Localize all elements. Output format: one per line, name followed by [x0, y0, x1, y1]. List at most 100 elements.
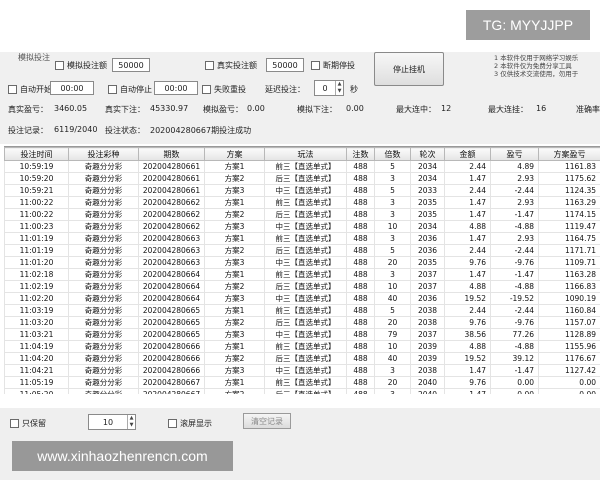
stop-bot-button[interactable]: 停止挂机 [374, 52, 444, 86]
table-cell: 方案3 [204, 184, 265, 197]
table-cell: 202004280664 [138, 268, 205, 281]
table-cell: 488 [346, 256, 375, 269]
max-streak-loss-label: 最大连挂： [488, 105, 528, 114]
table-cell: 0.00 [490, 388, 539, 394]
table-row[interactable]: 11:02:18 奇趣分分彩 202004280664 方案1 前三【直选单式】 488 3… [4, 268, 600, 281]
checkbox-box[interactable] [168, 419, 177, 428]
auto-start-time-input[interactable]: 00:00 [50, 81, 94, 95]
checkbox-box[interactable] [311, 61, 320, 70]
auto-stop-checkbox[interactable]: 自动停止 [108, 84, 152, 95]
records-grid: 投注时间 投注彩种 期数 方案 玩法 注数 倍数 轮次 金额 盈亏 方案盈亏 10:59:19 奇趣分… [4, 147, 600, 394]
table-cell: -9.76 [490, 256, 539, 269]
checkbox-box[interactable] [205, 61, 214, 70]
table-row[interactable]: 11:00:23 奇趣分分彩 202004280662 方案3 中三【直选单式】 488 1… [4, 220, 600, 233]
scroll-display-checkbox[interactable]: 滚屏显示 [168, 418, 212, 429]
table-cell: 202004280666 [138, 364, 205, 377]
table-cell: 2035 [410, 208, 445, 221]
table-row[interactable]: 11:01:20 奇趣分分彩 202004280663 方案3 中三【直选单式】 488 2… [4, 256, 600, 269]
table-cell: 2034 [410, 160, 445, 173]
table-cell: 奇趣分分彩 [68, 364, 139, 377]
auto-stop-time-input[interactable]: 00:00 [154, 81, 198, 95]
checkbox-box[interactable] [108, 85, 117, 94]
table-row[interactable]: 10:59:21 奇趣分分彩 202004280661 方案3 中三【直选单式】 488 5… [4, 184, 600, 197]
checkbox-box[interactable] [8, 85, 17, 94]
table-row[interactable]: 11:04:19 奇趣分分彩 202004280666 方案1 前三【直选单式】 488 1… [4, 340, 600, 353]
table-cell: 奇趣分分彩 [68, 232, 139, 245]
stop-on-break-checkbox[interactable]: 断期停投 [311, 60, 355, 71]
table-row[interactable]: 11:04:21 奇趣分分彩 202004280666 方案3 中三【直选单式】 488 3… [4, 364, 600, 377]
column-header[interactable]: 投注彩种 [68, 147, 139, 161]
table-cell: 488 [346, 172, 375, 185]
table-row[interactable]: 11:02:19 奇趣分分彩 202004280664 方案2 后三【直选单式】 488 1… [4, 280, 600, 293]
up-arrow-icon[interactable]: ▲ [336, 81, 343, 88]
delay-unit: 秒 [350, 85, 358, 94]
table-row[interactable]: 11:00:22 奇趣分分彩 202004280662 方案1 前三【直选单式】 488 3… [4, 196, 600, 209]
column-header[interactable]: 方案盈亏 [538, 147, 600, 161]
delay-spinner[interactable]: 0 ▲ ▼ [314, 80, 344, 96]
table-row[interactable]: 11:01:19 奇趣分分彩 202004280663 方案1 前三【直选单式】 488 3… [4, 232, 600, 245]
spinner-arrows[interactable]: ▲ ▼ [335, 81, 343, 95]
real-bet-input[interactable]: 50000 [266, 58, 304, 72]
table-cell: 10 [374, 340, 411, 353]
table-cell: 2034 [410, 220, 445, 233]
column-header[interactable]: 轮次 [410, 147, 445, 161]
table-cell: 3 [374, 208, 411, 221]
sim-bet-input[interactable]: 50000 [112, 58, 150, 72]
table-cell: 2038 [410, 364, 445, 377]
bet-records-table[interactable]: 投注时间 投注彩种 期数 方案 玩法 注数 倍数 轮次 金额 盈亏 方案盈亏 10:59:19 奇趣分… [4, 146, 600, 394]
table-cell: 79 [374, 328, 411, 341]
table-cell: 2.44 [444, 160, 491, 173]
table-row[interactable]: 11:01:19 奇趣分分彩 202004280663 方案2 后三【直选单式】 488 5… [4, 244, 600, 257]
column-header[interactable]: 倍数 [374, 147, 411, 161]
table-cell: 1109.71 [538, 256, 600, 269]
auto-start-checkbox[interactable]: 自动开始 [8, 84, 52, 95]
checkbox-box[interactable] [202, 85, 211, 94]
column-header[interactable]: 金额 [444, 147, 491, 161]
column-header[interactable]: 玩法 [264, 147, 347, 161]
table-cell: 488 [346, 292, 375, 305]
table-row[interactable]: 10:59:19 奇趣分分彩 202004280661 方案1 前三【直选单式】 488 5… [4, 160, 600, 173]
table-cell: -1.47 [490, 268, 539, 281]
table-cell: 奇趣分分彩 [68, 340, 139, 353]
auto-stop-label: 自动停止 [120, 85, 152, 94]
table-row[interactable]: 11:03:19 奇趣分分彩 202004280665 方案1 前三【直选单式】 488 5… [4, 304, 600, 317]
table-cell: 1174.15 [538, 208, 600, 221]
column-header[interactable]: 方案 [204, 147, 265, 161]
table-row[interactable]: 10:59:20 奇趣分分彩 202004280661 方案2 后三【直选单式】 488 3… [4, 172, 600, 185]
fail-reset-checkbox[interactable]: 失败重投 [202, 84, 246, 95]
column-header[interactable]: 盈亏 [490, 147, 539, 161]
keep-records-checkbox[interactable]: 只保留 [10, 418, 46, 429]
table-row[interactable]: 11:05:19 奇趣分分彩 202004280667 方案1 前三【直选单式】 488 2… [4, 376, 600, 389]
up-arrow-icon[interactable]: ▲ [128, 415, 135, 422]
column-header[interactable]: 期数 [138, 147, 205, 161]
keep-records-spinner[interactable]: 10 ▲ ▼ [88, 414, 136, 430]
sim-bet-checkbox[interactable]: 模拟投注额 [55, 60, 107, 71]
notice-line: 1 本软件仅用于网络学习娱乐 [494, 54, 579, 62]
table-cell: 方案2 [204, 280, 265, 293]
table-cell: 77.26 [490, 328, 539, 341]
table-row[interactable]: 11:00:22 奇趣分分彩 202004280662 方案2 后三【直选单式】 488 3… [4, 208, 600, 221]
table-cell: 11:02:18 [4, 268, 69, 281]
spinner-arrows[interactable]: ▲ ▼ [127, 415, 135, 429]
column-header[interactable]: 注数 [346, 147, 375, 161]
sim-profit-label: 模拟盈亏： [203, 105, 243, 114]
table-row[interactable]: 11:03:21 奇趣分分彩 202004280665 方案3 中三【直选单式】 488 7… [4, 328, 600, 341]
table-cell: 2039 [410, 352, 445, 365]
checkbox-box[interactable] [55, 61, 64, 70]
table-cell: 19.52 [444, 292, 491, 305]
column-header[interactable]: 投注时间 [4, 147, 69, 161]
table-row[interactable]: 11:04:20 奇趣分分彩 202004280666 方案2 后三【直选单式】 488 4… [4, 352, 600, 365]
checkbox-box[interactable] [10, 419, 19, 428]
real-bet-checkbox[interactable]: 真实投注额 [205, 60, 257, 71]
down-arrow-icon[interactable]: ▼ [128, 422, 135, 429]
table-row[interactable]: 11:02:20 奇趣分分彩 202004280664 方案3 中三【直选单式】 488 4… [4, 292, 600, 305]
down-arrow-icon[interactable]: ▼ [336, 88, 343, 95]
fail-reset-label: 失败重投 [214, 85, 246, 94]
table-cell: 1128.89 [538, 328, 600, 341]
table-cell: 202004280663 [138, 244, 205, 257]
table-row[interactable]: 11:05:20奇趣分分彩202004280667方案2后三【直选单式】4883… [4, 388, 600, 394]
table-row[interactable]: 11:03:20 奇趣分分彩 202004280665 方案2 后三【直选单式】 488 2… [4, 316, 600, 329]
table-cell: 1155.96 [538, 340, 600, 353]
clear-records-button[interactable]: 清空记录 [243, 413, 291, 429]
record-label: 投注记录： [8, 126, 48, 135]
